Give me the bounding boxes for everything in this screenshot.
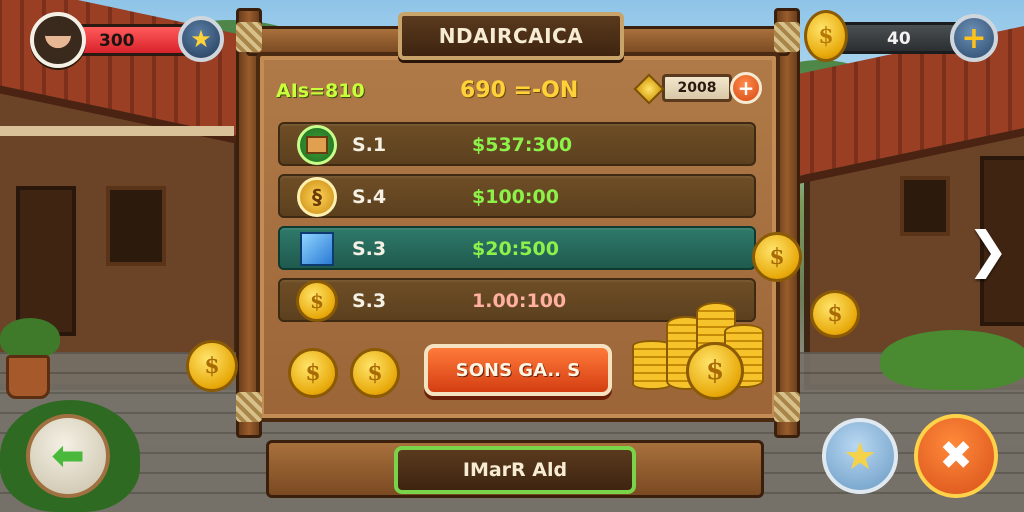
action-button-label: SONS GA.. S [455,359,581,381]
add-currency-button[interactable]: + [730,72,762,104]
close-icon[interactable]: ✖ [914,414,998,498]
panel-title-plate: NDAIRCAICA [398,12,624,60]
row-price: 1.00:100 [472,290,567,312]
row-price: $20:500 [472,238,559,260]
row-tier: S.3 [352,290,387,312]
row-price: $537:300 [472,134,573,156]
plant-pot [6,355,50,399]
star-icon[interactable]: ★ [822,418,898,494]
row-tier: S.3 [352,238,387,260]
house-wall-trim [0,126,234,136]
coin-icon: $ [350,348,400,398]
player-hud: 300 ★ [30,12,224,68]
bush [880,330,1024,390]
panel-title: NDAIRCAICA [438,24,584,48]
coin-icon: $ [288,348,338,398]
coin-count: 40 [887,29,911,49]
bottom-button-label: IMarR Ald [462,459,568,481]
coin-icon: $ [752,232,802,282]
avatar-hair [43,22,73,36]
house-window [900,176,950,236]
currency-pill: 2008 [662,74,732,102]
coin-icon: $ [186,340,238,392]
coin-icon: $ [686,342,744,400]
key-icon: § [294,174,340,220]
panel-label-mid: 690 =-ON [460,78,579,103]
shop-row[interactable]: § S.4 $100:00 [278,174,756,218]
coin-icon: $ [810,290,860,338]
health-value: 300 [99,31,135,51]
row-tier: S.4 [352,186,387,208]
add-coins-button[interactable]: + [950,14,998,62]
coin-icon: $ [294,278,340,324]
cube-icon [294,226,340,272]
box-icon [294,122,340,168]
back-arrow-icon[interactable]: ⬅ [26,414,110,498]
currency-value: 2008 [677,80,717,96]
house-window [106,186,166,266]
coin-hud: $ 40 + [804,10,998,66]
potted-plant [0,318,60,358]
rope-binding [236,22,262,52]
coin-pile: $ [626,300,766,410]
rope-binding [236,392,262,422]
row-tier: S.1 [352,134,387,156]
star-icon[interactable]: ★ [178,16,224,62]
coin-icon: $ [804,10,848,62]
action-button[interactable]: SONS GA.. S [424,344,612,396]
rope-binding [774,392,800,422]
bottom-button[interactable]: IMarR Ald [394,446,636,494]
house-door [16,186,76,336]
player-avatar[interactable] [30,12,86,68]
shop-row[interactable]: S.1 $537:300 [278,122,756,166]
rope-binding [774,22,800,52]
chevron-right-icon[interactable]: ❯ [967,221,1009,279]
panel-label-left: AIs=810 [276,80,365,102]
row-price: $100:00 [472,186,559,208]
shop-row-selected[interactable]: S.3 $20:500 [278,226,756,270]
